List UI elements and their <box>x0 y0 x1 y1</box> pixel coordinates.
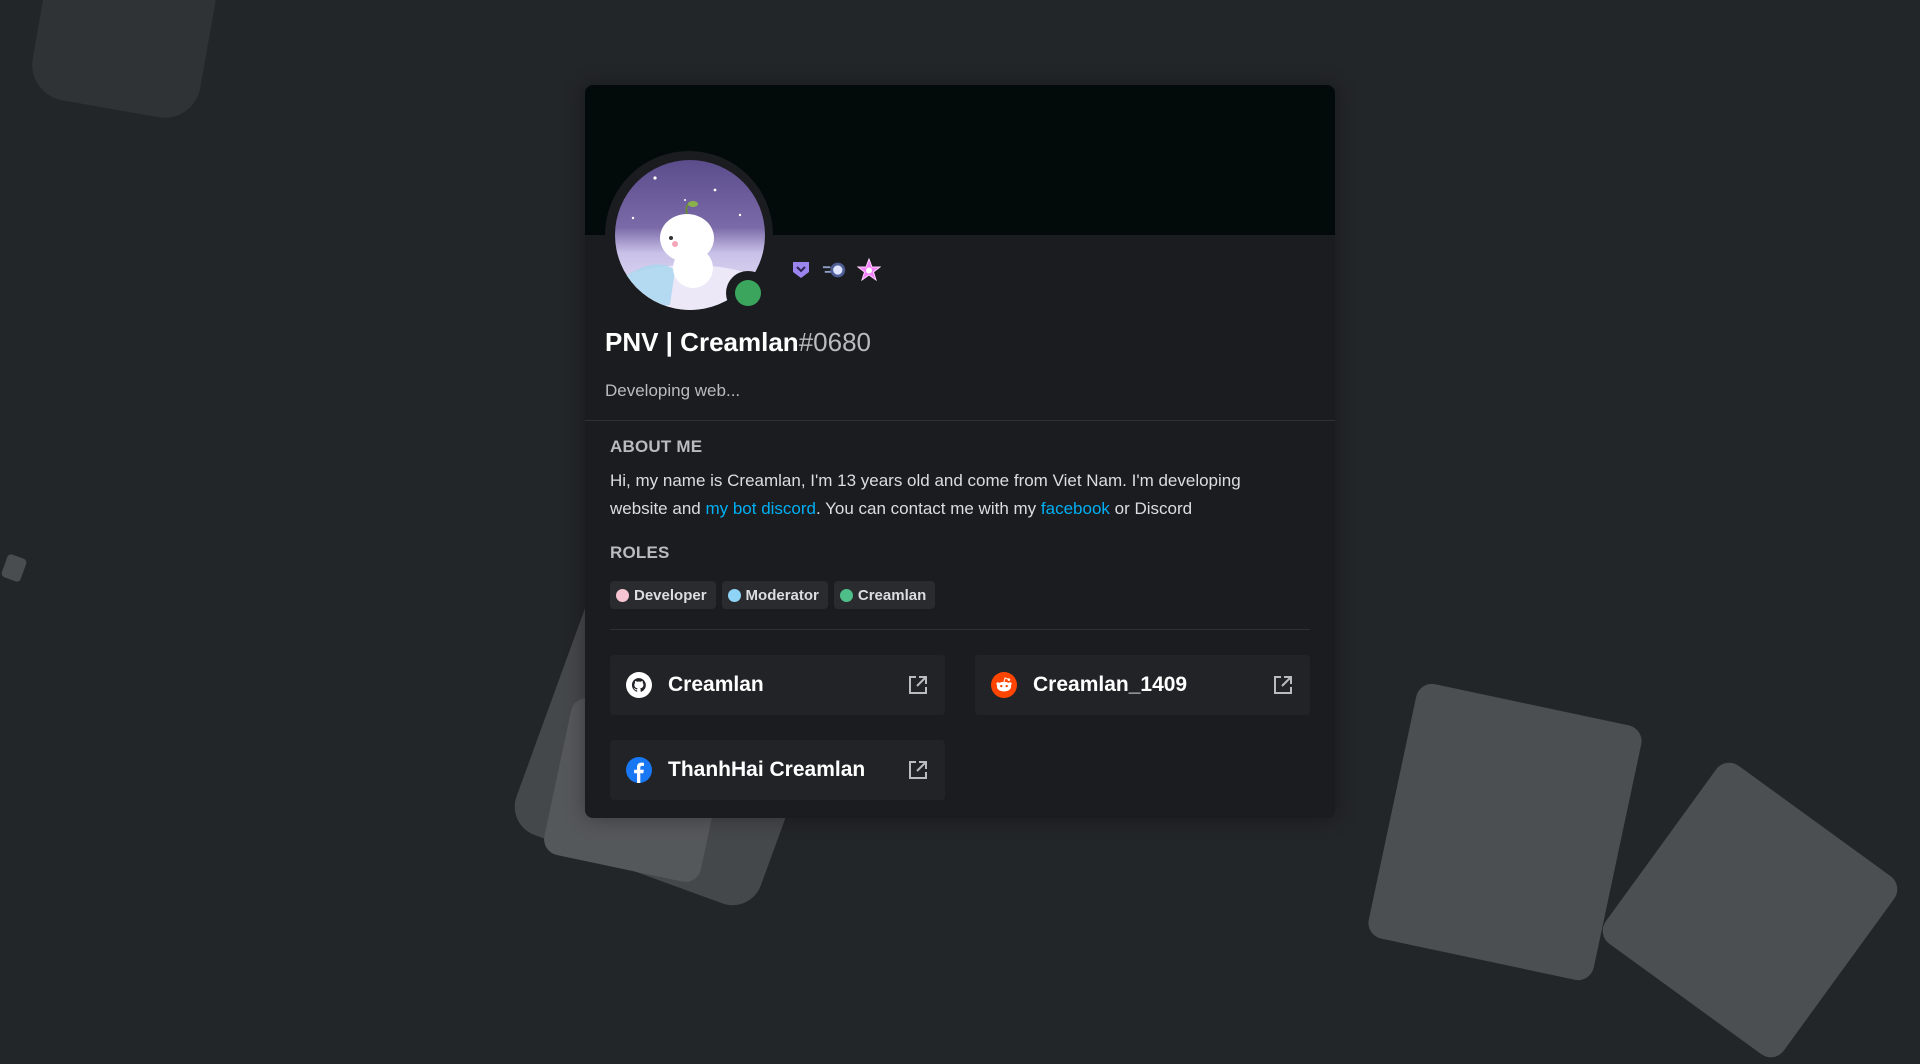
role-developer[interactable]: Developer <box>610 581 716 609</box>
about-me-text: Hi, my name is Creamlan, I'm 13 years ol… <box>610 467 1270 523</box>
connection-github[interactable]: Creamlan <box>610 655 945 715</box>
facebook-link[interactable]: facebook <box>1041 499 1110 518</box>
profile-card: PNV | Creamlan#0680 Developing web... AB… <box>585 85 1335 818</box>
roles-heading: ROLES <box>610 543 670 562</box>
connection-name: Creamlan <box>668 673 764 696</box>
role-list: Developer Moderator Creamlan <box>610 581 936 609</box>
about-me-heading: ABOUT ME <box>610 437 703 456</box>
role-color-dot <box>839 588 853 602</box>
role-label: Moderator <box>745 586 819 604</box>
role-label: Creamlan <box>857 586 927 604</box>
about-text-part: or Discord <box>1109 499 1193 518</box>
background-shape <box>26 0 224 124</box>
role-color-dot <box>727 588 741 602</box>
badge-list <box>788 257 882 283</box>
display-name: PNV | Creamlan <box>605 327 799 357</box>
bot-discord-link[interactable]: my bot discord <box>705 499 816 518</box>
role-creamlan[interactable]: Creamlan <box>833 581 936 609</box>
external-link-icon[interactable] <box>1272 674 1294 696</box>
online-status-icon <box>735 280 761 306</box>
facebook-icon <box>626 757 652 783</box>
divider <box>610 629 1310 630</box>
username: PNV | Creamlan#0680 <box>605 327 871 358</box>
reddit-icon <box>991 672 1017 698</box>
pink-star-icon[interactable] <box>856 257 882 283</box>
role-label: Developer <box>634 586 707 604</box>
connection-facebook[interactable]: ThanhHai Creamlan <box>610 740 945 800</box>
early-nitro-orb-icon[interactable] <box>822 257 848 283</box>
github-icon <box>626 672 652 698</box>
external-link-icon[interactable] <box>907 674 929 696</box>
about-text-part: . You can contact me with my <box>816 499 1041 518</box>
background-shape <box>1365 680 1645 984</box>
background-shape <box>0 553 28 583</box>
hypesquad-bravery-icon[interactable] <box>788 257 814 283</box>
external-link-icon[interactable] <box>907 759 929 781</box>
divider <box>585 420 1335 421</box>
custom-status: Developing web... <box>605 381 741 400</box>
connection-name: Creamlan_1409 <box>1033 673 1188 696</box>
background-shape <box>1596 756 1904 1064</box>
role-moderator[interactable]: Moderator <box>721 581 828 609</box>
connection-reddit[interactable]: Creamlan_1409 <box>975 655 1310 715</box>
role-color-dot <box>616 588 629 602</box>
discriminator: #0680 <box>798 327 871 357</box>
connection-name: ThanhHai Creamlan <box>668 758 866 781</box>
